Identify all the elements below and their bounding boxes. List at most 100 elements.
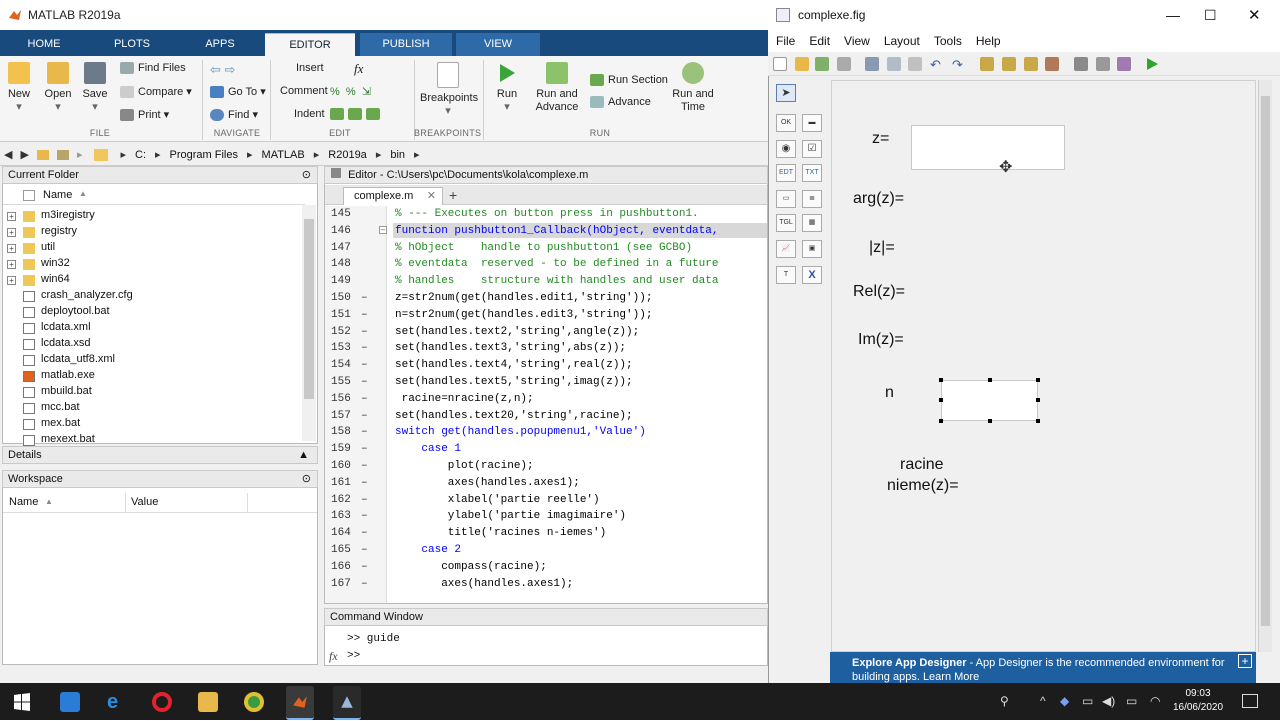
breakpoint-marker[interactable]: – xyxy=(361,342,368,354)
menu-tools[interactable]: Tools xyxy=(934,34,962,48)
value-column-header[interactable]: Value xyxy=(131,496,158,508)
mfile-editor-icon[interactable] xyxy=(1074,57,1088,71)
new-button[interactable]: New ▾ xyxy=(4,62,34,114)
breakpoint-marker[interactable]: – xyxy=(361,426,368,438)
breakpoint-marker[interactable]: – xyxy=(361,359,368,371)
expand-icon[interactable]: + xyxy=(1238,654,1252,668)
breakpoint-marker[interactable]: – xyxy=(361,460,368,472)
object-browser-icon[interactable] xyxy=(1117,57,1131,71)
code-line[interactable]: z=str2num(get(handles.edit1,'string')); xyxy=(395,292,652,304)
code-line[interactable]: set(handles.text20,'string',racine); xyxy=(395,410,633,422)
new-icon[interactable] xyxy=(773,57,787,71)
expand-folder-icon[interactable]: + xyxy=(7,276,16,285)
slider-tool-icon[interactable]: ▬ xyxy=(802,114,822,132)
listbox-tool-icon[interactable]: ≣ xyxy=(802,190,822,208)
panel-tool-icon[interactable]: ▣ xyxy=(802,240,822,258)
wifi-icon[interactable]: ◠ xyxy=(1150,694,1160,708)
function-browser-icon[interactable]: fx xyxy=(329,649,338,664)
details-panel-header[interactable]: Details ▲ xyxy=(2,446,318,464)
store-icon[interactable] xyxy=(60,692,80,712)
expand-folder-icon[interactable]: + xyxy=(7,260,16,269)
menu-file[interactable]: File xyxy=(776,34,795,48)
tab-order-icon[interactable] xyxy=(1024,57,1038,71)
indent-button[interactable]: Indent xyxy=(294,108,325,120)
breakpoint-marker[interactable]: – xyxy=(361,477,368,489)
button-group-tool-icon[interactable]: T xyxy=(776,266,796,284)
list-item[interactable]: mex.bat xyxy=(41,417,80,429)
notifications-icon[interactable] xyxy=(1242,694,1258,708)
breakpoints-button[interactable]: Breakpoints ▾ xyxy=(420,62,478,118)
resize-handle[interactable] xyxy=(1036,419,1040,423)
label-z[interactable]: z= xyxy=(872,130,889,148)
show-hidden-icons[interactable]: ^ xyxy=(1040,694,1046,708)
list-item[interactable]: mexext.bat xyxy=(41,433,95,445)
code-line[interactable]: compass(racine); xyxy=(395,561,547,573)
close-icon[interactable]: ✕ xyxy=(1248,6,1261,24)
guide-taskbar-icon[interactable] xyxy=(333,686,361,720)
axes-tool-icon[interactable]: 📈 xyxy=(776,240,796,258)
edit-text-tool-icon[interactable]: EDT xyxy=(776,164,796,182)
menu-view[interactable]: View xyxy=(844,34,870,48)
code-line[interactable]: xlabel('partie reelle') xyxy=(395,494,600,506)
code-line[interactable]: case 2 xyxy=(395,544,461,556)
code-line[interactable]: title('racines n-iemes') xyxy=(395,527,606,539)
breadcrumb-item[interactable]: R2019a xyxy=(328,149,367,161)
resize-handle[interactable] xyxy=(939,398,943,402)
list-item[interactable]: util xyxy=(41,241,55,253)
code-line[interactable]: racine=nracine(z,n); xyxy=(395,393,534,405)
static-text-tool-icon[interactable]: TXT xyxy=(802,164,822,182)
paste-icon[interactable] xyxy=(908,57,922,71)
list-item[interactable]: deploytool.bat xyxy=(41,305,110,317)
find-files-button[interactable]: Find Files xyxy=(120,62,186,74)
list-item[interactable]: lcdata.xsd xyxy=(41,337,91,349)
save-icon[interactable] xyxy=(815,57,829,71)
browse-folder-icon[interactable] xyxy=(56,149,69,160)
code-line[interactable]: % handles structure with handles and use… xyxy=(395,275,718,287)
property-inspector-icon[interactable] xyxy=(1096,57,1110,71)
activex-tool-icon[interactable]: X xyxy=(802,266,822,284)
code-line[interactable]: set(handles.text3,'string',abs(z)); xyxy=(395,342,626,354)
popup-menu-tool-icon[interactable]: ▭ xyxy=(776,190,796,208)
minimize-icon[interactable]: — xyxy=(1166,7,1180,23)
breakpoint-marker[interactable]: – xyxy=(361,309,368,321)
edit3-textbox-selected[interactable] xyxy=(941,380,1038,421)
label-im[interactable]: Im(z)= xyxy=(858,331,904,349)
back-forward-buttons[interactable]: ⇦ ⇨ xyxy=(210,62,235,78)
find-button[interactable]: Find ▾ xyxy=(210,108,258,121)
panel-menu-icon[interactable]: ⊙ xyxy=(302,167,311,183)
list-item[interactable]: mbuild.bat xyxy=(41,385,92,397)
expand-folder-icon[interactable]: + xyxy=(7,228,16,237)
print-button[interactable]: Print ▾ xyxy=(120,108,169,121)
code-line[interactable]: axes(handles.axes1); xyxy=(395,477,580,489)
run-and-time-button[interactable]: Run and Time xyxy=(670,62,716,114)
volume-icon[interactable]: ◀) xyxy=(1102,694,1115,708)
canvas-scrollbar[interactable] xyxy=(1258,80,1272,652)
code-line[interactable]: case 1 xyxy=(395,443,461,455)
breakpoint-marker[interactable]: – xyxy=(361,292,368,304)
scrollbar[interactable] xyxy=(302,205,316,441)
back-icon[interactable]: ◀ xyxy=(4,148,12,161)
new-tab-button[interactable]: + xyxy=(449,187,457,203)
list-item[interactable]: lcdata_utf8.xml xyxy=(41,353,115,365)
breakpoint-marker[interactable]: – xyxy=(361,376,368,388)
edit1-textbox[interactable] xyxy=(911,125,1065,170)
breakpoint-marker[interactable]: – xyxy=(361,494,368,506)
tab-publish[interactable]: PUBLISH xyxy=(360,33,452,56)
pushbutton-tool-icon[interactable]: OK xyxy=(776,114,796,132)
code-fold-icon[interactable]: – xyxy=(379,226,387,234)
list-item[interactable]: win64 xyxy=(41,273,70,285)
menu-layout[interactable]: Layout xyxy=(884,34,920,48)
list-item[interactable]: m3iregistry xyxy=(41,209,95,221)
resize-handle[interactable] xyxy=(1036,398,1040,402)
run-figure-icon[interactable] xyxy=(1145,57,1159,71)
menu-help[interactable]: Help xyxy=(976,34,1001,48)
list-item[interactable]: mcc.bat xyxy=(41,401,80,413)
open-icon[interactable] xyxy=(795,57,809,71)
code-line[interactable]: ylabel('partie imagimaire') xyxy=(395,510,626,522)
resize-handle[interactable] xyxy=(939,419,943,423)
windows-start-icon[interactable] xyxy=(12,692,32,712)
radiobutton-tool-icon[interactable]: ◉ xyxy=(776,140,796,158)
system-clock[interactable]: 09:03 16/06/2020 xyxy=(1166,687,1230,715)
battery-icon[interactable]: ▭ xyxy=(1126,694,1137,708)
usb-icon[interactable]: ▭ xyxy=(1082,694,1093,708)
